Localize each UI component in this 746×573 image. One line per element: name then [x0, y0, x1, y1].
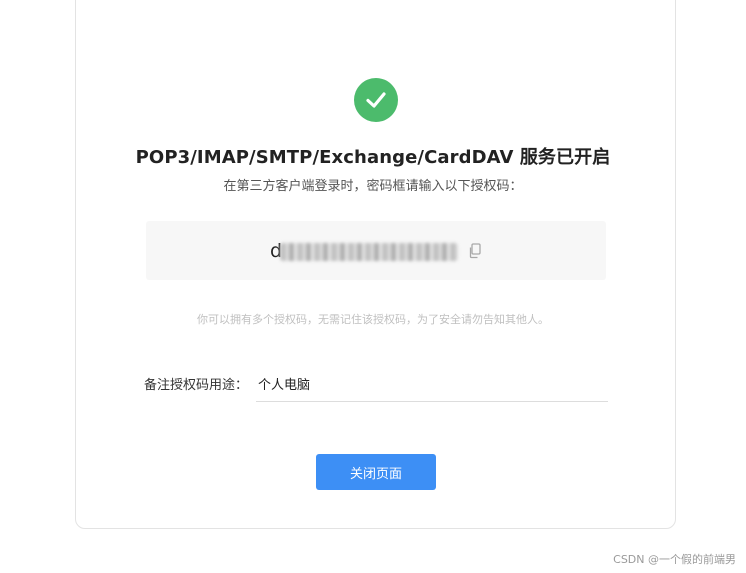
- security-tip: 你可以拥有多个授权码，无需记住该授权码，为了安全请勿告知其他人。: [197, 313, 549, 326]
- close-page-button[interactable]: 关闭页面: [316, 454, 436, 490]
- remark-input[interactable]: [256, 366, 608, 402]
- page-title: POP3/IMAP/SMTP/Exchange/CardDAV 服务已开启: [135, 147, 611, 168]
- copy-icon[interactable]: [468, 243, 482, 259]
- checkmark-icon: [366, 92, 386, 108]
- auth-code-box: d: [146, 221, 606, 280]
- check-circle-icon: [354, 78, 398, 122]
- instruction-text: 在第三方客户端登录时，密码框请输入以下授权码：: [223, 179, 523, 194]
- remark-label: 备注授权码用途：: [144, 378, 249, 393]
- watermark: CSDN @一个假的前端男: [613, 553, 736, 566]
- auth-code-masked: [280, 243, 458, 261]
- copy-icon-glyph: [469, 243, 481, 259]
